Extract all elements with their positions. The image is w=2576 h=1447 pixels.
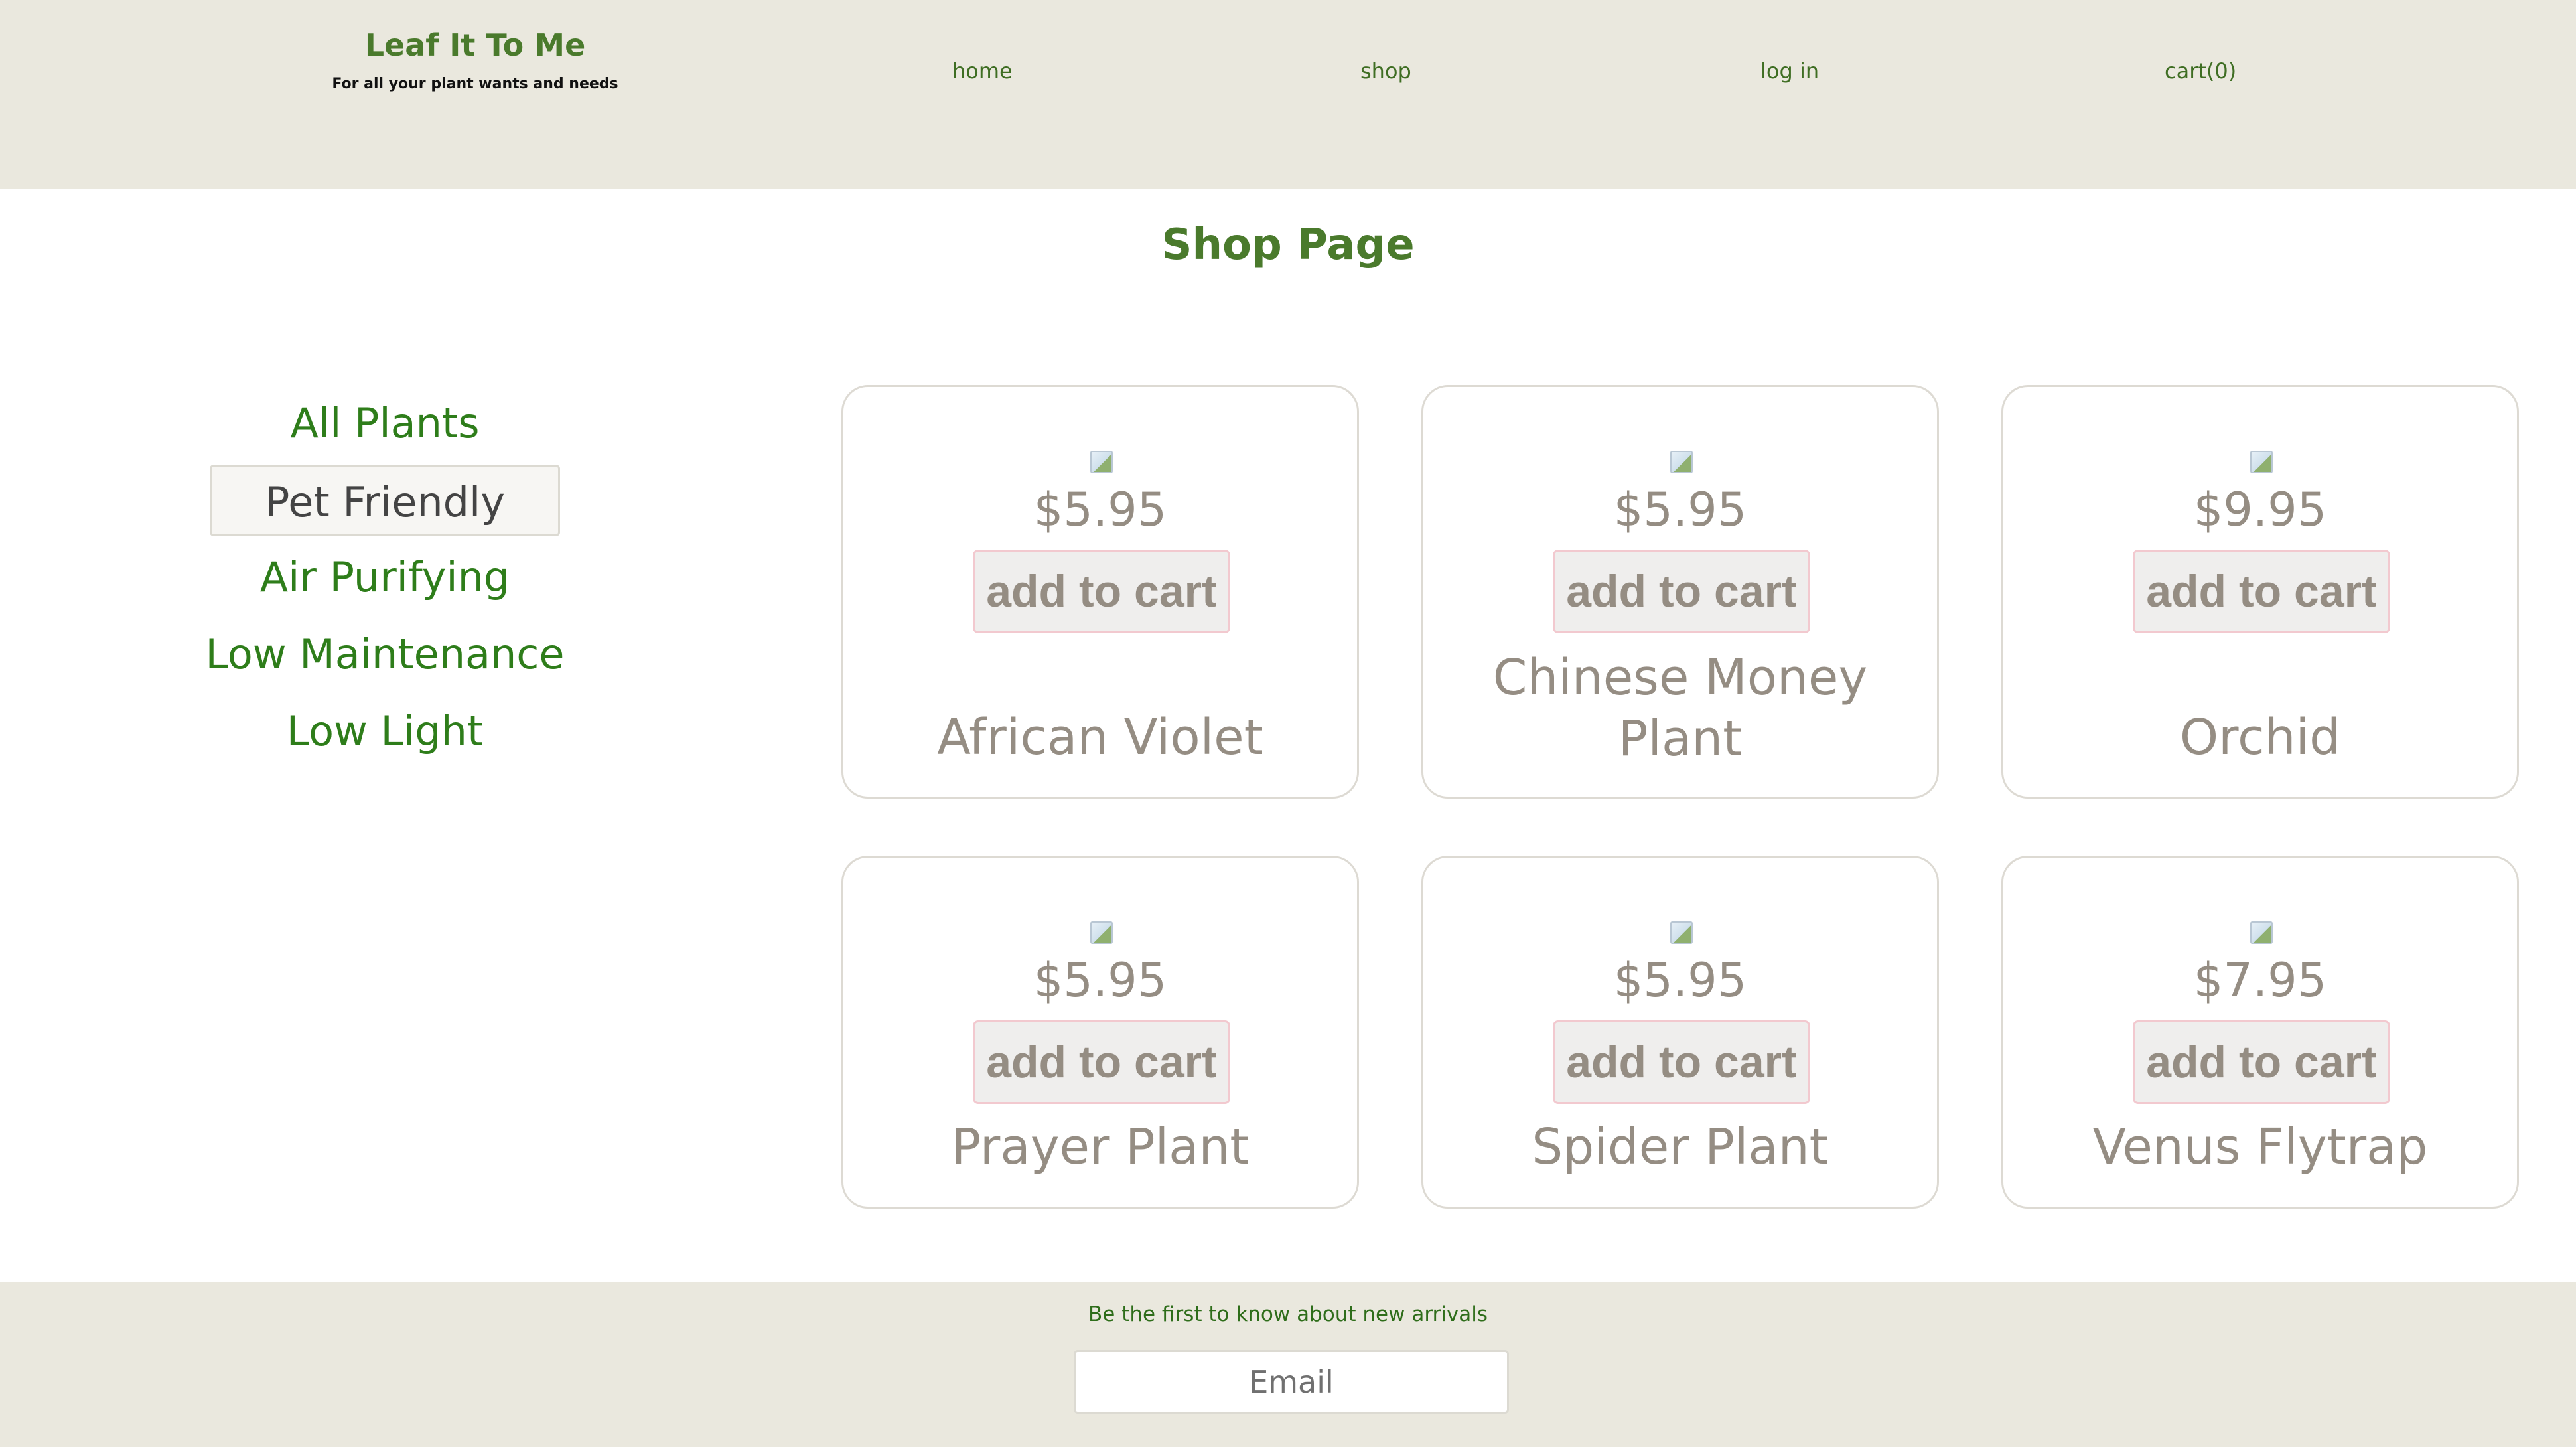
- product-price: $5.95: [1033, 953, 1167, 1008]
- product-card: $7.95 add to cart Venus Flytrap: [2001, 856, 2519, 1209]
- product-name: Venus Flytrap: [2092, 1118, 2428, 1176]
- product-name: Prayer Plant: [951, 1118, 1250, 1176]
- filter-low-light[interactable]: Low Light: [199, 693, 571, 770]
- product-name: Chinese Money Plant: [1492, 649, 1868, 767]
- product-image-placeholder: [2250, 921, 2273, 944]
- product-card: $5.95 add to cart African Violet: [841, 385, 1359, 799]
- add-to-cart-button[interactable]: add to cart: [2133, 1020, 2390, 1104]
- filter-all-plants[interactable]: All Plants: [199, 385, 571, 462]
- brand: Leaf It To Me For all your plant wants a…: [253, 24, 697, 92]
- brand-tagline: For all your plant wants and needs: [332, 76, 618, 92]
- product-name: African Violet: [937, 709, 1263, 766]
- filter-air-purifying[interactable]: Air Purifying: [199, 539, 571, 616]
- brand-title[interactable]: Leaf It To Me: [253, 24, 697, 66]
- product-card: $5.95 add to cart Prayer Plant: [841, 856, 1359, 1209]
- site-footer: Be the first to know about new arrivals: [0, 1282, 2576, 1447]
- product-price: $5.95: [1613, 483, 1747, 537]
- site-header: Leaf It To Me For all your plant wants a…: [0, 0, 2576, 189]
- product-price: $5.95: [1033, 483, 1167, 537]
- product-price: $9.95: [2193, 483, 2327, 537]
- nav-home-link[interactable]: home: [952, 58, 1013, 84]
- product-name: Orchid: [2179, 709, 2341, 766]
- product-card: $9.95 add to cart Orchid: [2001, 385, 2519, 799]
- add-to-cart-button[interactable]: add to cart: [2133, 550, 2390, 633]
- nav-shop-link[interactable]: shop: [1360, 58, 1411, 84]
- nav-login-link[interactable]: log in: [1760, 58, 1819, 84]
- product-card: $5.95 add to cart Spider Plant: [1421, 856, 1939, 1209]
- add-to-cart-button[interactable]: add to cart: [1553, 1020, 1810, 1104]
- nav-cart-link[interactable]: cart(0): [2165, 58, 2236, 84]
- product-image-placeholder: [1670, 451, 1693, 473]
- add-to-cart-button[interactable]: add to cart: [973, 1020, 1230, 1104]
- product-image-placeholder: [1670, 921, 1693, 944]
- product-image-placeholder: [1090, 921, 1113, 944]
- filter-low-maintenance[interactable]: Low Maintenance: [199, 616, 571, 693]
- filter-pet-friendly[interactable]: Pet Friendly: [210, 465, 560, 536]
- add-to-cart-button[interactable]: add to cart: [973, 550, 1230, 633]
- newsletter-text: Be the first to know about new arrivals: [1088, 1302, 1488, 1326]
- product-price: $7.95: [2193, 953, 2327, 1008]
- email-input[interactable]: [1074, 1350, 1509, 1414]
- add-to-cart-button[interactable]: add to cart: [1553, 550, 1810, 633]
- product-image-placeholder: [2250, 451, 2273, 473]
- product-card: $5.95 add to cart Chinese Money Plant: [1421, 385, 1939, 799]
- product-price: $5.95: [1613, 953, 1747, 1008]
- product-image-placeholder: [1090, 451, 1113, 473]
- page-title: Shop Page: [1161, 220, 1415, 269]
- product-name: Spider Plant: [1532, 1118, 1829, 1176]
- category-filter-list: All Plants Pet Friendly Air Purifying Lo…: [199, 385, 571, 770]
